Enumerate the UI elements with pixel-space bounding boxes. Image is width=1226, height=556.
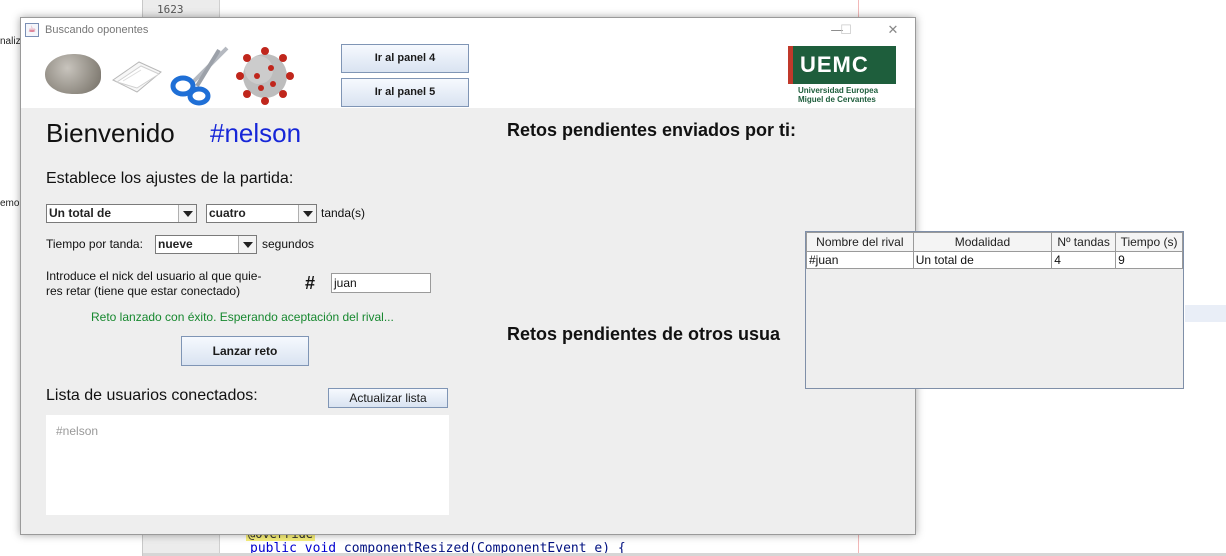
window-title: Buscando oponentes xyxy=(45,24,149,36)
status-message: Reto lanzado con éxito. Esperando acepta… xyxy=(91,310,394,324)
challenges-table: Nombre del rival Modalidad Nº tandas Tie… xyxy=(806,232,1183,269)
chevron-down-icon[interactable] xyxy=(238,236,256,253)
users-heading: Lista de usuarios conectados: xyxy=(46,387,258,404)
mode-select[interactable]: Un total de xyxy=(46,204,197,223)
time-select-value: nueve xyxy=(158,237,193,251)
table-header-row: Nombre del rival Modalidad Nº tandas Tie… xyxy=(806,232,1183,252)
time-select[interactable]: nueve xyxy=(155,235,257,254)
go-panel-5-button[interactable]: Ir al panel 5 xyxy=(341,78,469,107)
ide-line-highlight xyxy=(1185,305,1226,322)
refresh-list-button[interactable]: Actualizar lista xyxy=(328,388,448,408)
title-bar[interactable]: ☕ Buscando oponentes — ☐ ✕ xyxy=(21,18,915,44)
column-header-rival[interactable]: Nombre del rival xyxy=(806,232,914,252)
chevron-down-icon[interactable] xyxy=(298,205,316,222)
welcome-username: #nelson xyxy=(210,118,302,148)
challenges-table-panel[interactable]: Nombre del rival Modalidad Nº tandas Tie… xyxy=(805,231,1184,389)
ide-fragment: naliz xyxy=(0,36,21,47)
hash-symbol: # xyxy=(305,273,316,293)
table-row[interactable]: #juan Un total de 4 9 xyxy=(806,251,1183,269)
sent-challenges-heading: Retos pendientes enviados por ti: xyxy=(507,120,797,140)
launch-challenge-button[interactable]: Lanzar reto xyxy=(181,336,309,366)
maximize-button[interactable]: ☐ xyxy=(836,22,856,40)
scissors-icon xyxy=(170,46,229,106)
rounds-select-value: cuatro xyxy=(209,206,246,220)
settings-heading: Establece los ajustes de la partida: xyxy=(46,170,294,187)
list-item[interactable]: #nelson xyxy=(56,424,98,438)
column-header-rounds[interactable]: Nº tandas xyxy=(1051,232,1117,252)
received-challenges-heading: Retos pendientes de otros usua xyxy=(507,324,781,344)
rounds-select[interactable]: cuatro xyxy=(206,204,317,223)
rounds-suffix-label: tanda(s) xyxy=(321,206,366,220)
column-header-mode[interactable]: Modalidad xyxy=(912,232,1053,252)
paper-icon xyxy=(112,61,162,93)
ide-line-number: 1623 xyxy=(157,3,184,16)
column-header-time[interactable]: Tiempo (s) xyxy=(1115,232,1183,252)
main-window: ☕ Buscando oponentes — ☐ ✕ Ir al panel 4… xyxy=(20,17,916,535)
uemc-logo-line2: Miguel de Cervantes xyxy=(798,95,876,104)
virus-icon xyxy=(236,47,294,105)
nick-label-line2: res retar (tiene que estar conectado) xyxy=(46,284,241,298)
uemc-logo-accent xyxy=(788,46,793,84)
nick-input[interactable]: juan xyxy=(331,273,431,293)
table-cell[interactable]: #juan xyxy=(806,251,914,269)
uemc-logo-line1: Universidad Europea xyxy=(798,86,879,95)
ide-fragment: emo xyxy=(0,198,20,209)
java-icon: ☕ xyxy=(25,23,39,37)
connected-users-list[interactable]: #nelson xyxy=(46,415,449,515)
rock-icon xyxy=(45,54,101,94)
table-cell[interactable]: Un total de xyxy=(912,251,1053,269)
table-cell[interactable]: 9 xyxy=(1115,251,1183,269)
mode-select-value: Un total de xyxy=(49,206,111,220)
nick-label-line1: Introduce el nick del usuario al que qui… xyxy=(46,269,262,283)
time-suffix-label: segundos xyxy=(262,237,315,251)
welcome-text: Bienvenido xyxy=(46,118,175,148)
chevron-down-icon[interactable] xyxy=(178,205,196,222)
time-label: Tiempo por tanda: xyxy=(46,237,143,251)
table-cell[interactable]: 4 xyxy=(1051,251,1117,269)
close-button[interactable]: ✕ xyxy=(883,22,903,40)
uemc-logo: UEMC Universidad Europea Miguel de Cerva… xyxy=(788,44,898,106)
go-panel-4-button[interactable]: Ir al panel 4 xyxy=(341,44,469,73)
uemc-logo-text: UEMC xyxy=(800,52,869,77)
